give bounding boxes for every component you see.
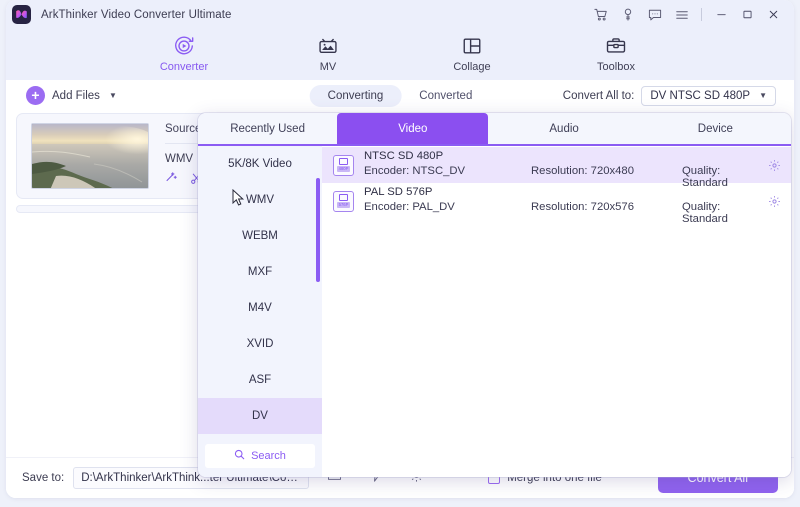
video-format-icon: 480P — [333, 154, 354, 176]
category-search-wrap: Search — [198, 439, 322, 477]
category-item-asf[interactable]: ASF — [198, 362, 322, 398]
nav-tab-toolbox-label: Toolbox — [597, 61, 635, 73]
tab-video[interactable]: Video — [337, 113, 489, 144]
tab-recently-used[interactable]: Recently Used — [198, 113, 337, 144]
converter-icon — [172, 33, 196, 59]
add-files-button[interactable]: + Add Files ▼ — [16, 86, 117, 105]
format-row-pal-sd-576p[interactable]: 576P PAL SD 576P Encoder: PAL_DV Resolut… — [322, 183, 791, 225]
format-row-text: PAL SD 576P Encoder: PAL_DV Resolution: … — [364, 186, 757, 225]
format-list: 480P NTSC SD 480P Encoder: NTSC_DV Resol… — [322, 146, 791, 477]
main-navigation: Converter MV Collage Toolbox — [6, 29, 794, 80]
format-encoder: Encoder: PAL_DV — [364, 201, 455, 213]
format-encoder: Encoder: NTSC_DV — [364, 165, 466, 177]
minimize-button[interactable] — [708, 0, 734, 29]
plus-icon: + — [26, 86, 45, 105]
window-title: ArkThinker Video Converter Ultimate — [41, 8, 232, 21]
search-icon — [234, 449, 245, 463]
gear-icon[interactable] — [757, 159, 791, 172]
format-name: NTSC SD 480P — [364, 150, 444, 162]
category-item-5k8k-video[interactable]: 5K/8K Video — [198, 146, 322, 182]
status-segmented-control: Converting Converted — [309, 84, 491, 107]
format-rows: 480P NTSC SD 480P Encoder: NTSC_DV Resol… — [322, 146, 791, 225]
category-item-dv[interactable]: DV — [198, 398, 322, 434]
nav-tab-collage[interactable]: Collage — [426, 30, 518, 73]
format-quality: Quality: Standard — [682, 201, 728, 225]
key-icon[interactable] — [614, 0, 641, 29]
titlebar-controls — [587, 0, 794, 29]
add-files-label: Add Files — [52, 89, 100, 102]
collage-icon — [460, 33, 484, 59]
convert-all-to-label: Convert All to: — [562, 89, 635, 102]
category-scrollbar[interactable] — [316, 178, 320, 282]
format-badge: 480P — [336, 166, 351, 172]
tab-converting[interactable]: Converting — [309, 84, 402, 107]
chevron-down-icon: ▼ — [759, 91, 767, 100]
maximize-button[interactable] — [734, 0, 760, 29]
nav-tab-mv[interactable]: MV — [282, 30, 374, 73]
arkthinker-logo-icon — [12, 5, 31, 24]
format-badge: 576P — [336, 202, 351, 208]
title-bar: ArkThinker Video Converter Ultimate — [6, 0, 794, 29]
video-format-icon: 576P — [333, 190, 354, 212]
feedback-icon[interactable] — [641, 0, 668, 29]
format-resolution: Resolution: 720x480 — [531, 165, 635, 177]
menu-icon[interactable] — [668, 0, 695, 29]
convert-all-to-group: Convert All to: DV NTSC SD 480P ▼ — [562, 85, 784, 106]
save-to-label: Save to: — [22, 472, 65, 484]
nav-tab-toolbox[interactable]: Toolbox — [570, 30, 662, 73]
format-row-ntsc-sd-480p[interactable]: 480P NTSC SD 480P Encoder: NTSC_DV Resol… — [322, 147, 791, 189]
tab-converted[interactable]: Converted — [401, 85, 490, 107]
category-item-wmv[interactable]: WMV — [198, 182, 322, 218]
chevron-down-icon[interactable]: ▼ — [109, 91, 117, 100]
cart-icon[interactable] — [587, 0, 614, 29]
nav-tab-converter[interactable]: Converter — [138, 30, 230, 73]
titlebar-divider — [701, 8, 702, 21]
format-popup-body: 5K/8K Video WMV WEBM MXF M4V XVID ASF DV — [198, 146, 791, 477]
format-category-sidebar: 5K/8K Video WMV WEBM MXF M4V XVID ASF DV — [198, 146, 322, 477]
application-window: ArkThinker Video Converter Ultimate Conv… — [6, 0, 794, 498]
file-toolbar: + Add Files ▼ Converting Converted Conve… — [16, 80, 784, 111]
search-input[interactable]: Search — [205, 444, 315, 468]
format-resolution: Resolution: 720x576 — [531, 201, 635, 213]
coast-sunset-thumbnail — [31, 123, 149, 189]
format-popup-tabs: Recently Used Video Audio Device — [198, 113, 791, 146]
category-item-xvid[interactable]: XVID — [198, 326, 322, 362]
format-category-list: 5K/8K Video WMV WEBM MXF M4V XVID ASF DV — [198, 146, 322, 439]
app-root: ArkThinker Video Converter Ultimate Conv… — [0, 0, 800, 507]
category-item-webm[interactable]: WEBM — [198, 218, 322, 254]
convert-all-to-value: DV NTSC SD 480P — [650, 89, 751, 102]
convert-all-to-select[interactable]: DV NTSC SD 480P ▼ — [641, 85, 776, 106]
close-button[interactable] — [760, 0, 786, 29]
tab-audio[interactable]: Audio — [488, 113, 639, 144]
magic-wand-icon[interactable] — [165, 171, 178, 190]
nav-tab-collage-label: Collage — [453, 61, 491, 73]
format-name: PAL SD 576P — [364, 186, 433, 198]
toolbox-icon — [604, 33, 628, 59]
category-item-mxf[interactable]: MXF — [198, 254, 322, 290]
mv-icon — [316, 33, 340, 59]
category-item-m4v[interactable]: M4V — [198, 290, 322, 326]
format-row-text: NTSC SD 480P Encoder: NTSC_DV Resolution… — [364, 150, 757, 189]
nav-tab-converter-label: Converter — [159, 61, 209, 73]
search-label: Search — [251, 450, 286, 462]
gear-icon[interactable] — [757, 195, 791, 208]
nav-tab-mv-label: MV — [319, 61, 337, 73]
format-selection-popup: Recently Used Video Audio Device 5K/8K V… — [198, 113, 791, 477]
tab-device[interactable]: Device — [640, 113, 791, 144]
